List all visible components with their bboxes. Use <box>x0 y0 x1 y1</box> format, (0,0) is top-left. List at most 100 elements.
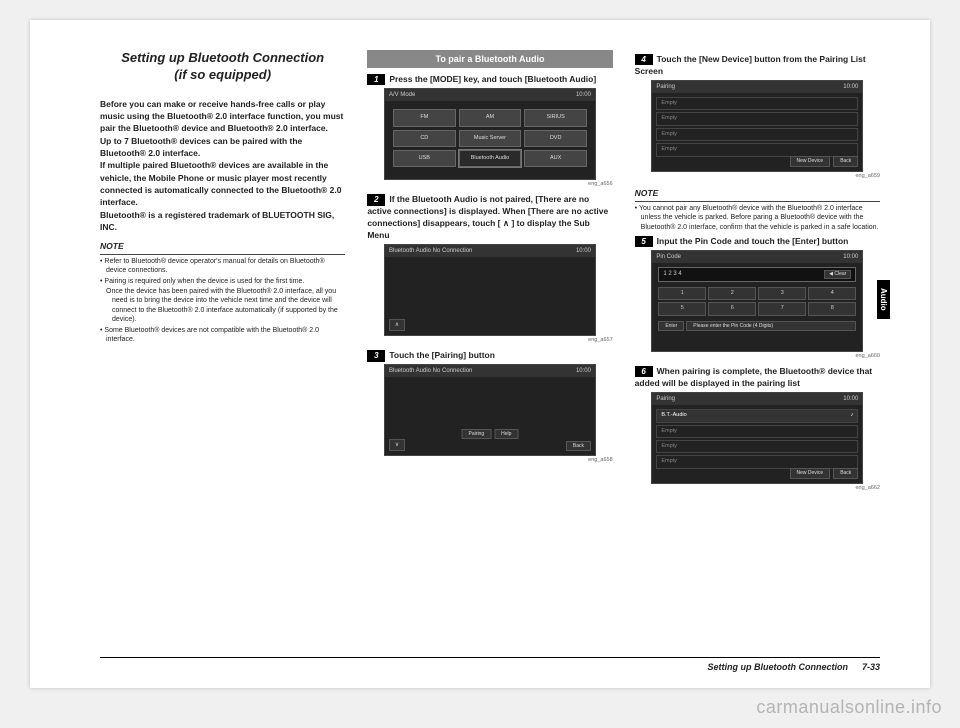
side-tab-audio: Audio <box>877 280 890 319</box>
step-1: 1 Press the [MODE] key, and touch [Blueto… <box>367 74 612 86</box>
step-number-icon: 1 <box>367 74 385 85</box>
note-list: Refer to Bluetooth® device operator's ma… <box>100 257 345 345</box>
pin-key[interactable]: 4 <box>808 287 856 300</box>
shot-time: 10:00 <box>843 83 858 91</box>
column-1: Setting up Bluetooth Connection (if so e… <box>100 50 345 499</box>
pin-key[interactable]: 8 <box>808 302 856 315</box>
section-title: Setting up Bluetooth Connection (if so e… <box>100 50 345 84</box>
list-item[interactable]: Empty <box>656 425 858 438</box>
step-number-icon: 3 <box>367 350 385 361</box>
shot-time: 10:00 <box>576 367 591 375</box>
content-columns: Setting up Bluetooth Connection (if so e… <box>30 20 930 509</box>
note-item: Some Bluetooth® devices are not compatib… <box>106 326 345 345</box>
step-5: 5 Input the Pin Code and touch the [Enter… <box>635 236 880 248</box>
step-text: When pairing is complete, the Bluetooth®… <box>635 366 872 388</box>
pin-key[interactable]: 3 <box>758 287 806 300</box>
screenshot-pairing-button: Bluetooth Audio No Connection 10:00 Pair… <box>384 364 596 456</box>
caption: eng_a662 <box>635 485 880 492</box>
note-item: You cannot pair any Bluetooth® device wi… <box>641 204 880 232</box>
screenshot-pairing-complete: Pairing 10:00 B.T.-Audio♪ Empty Empty Em… <box>651 392 863 484</box>
caption: eng_a660 <box>635 353 880 360</box>
clear-button[interactable]: ◀ Clear <box>824 270 851 279</box>
list-item[interactable]: Empty <box>656 128 858 141</box>
step-text: Press the [MODE] key, and touch [Bluetoo… <box>389 74 596 84</box>
screenshot-pin-code: Pin Code 10:00 1 2 3 4 ◀ Clear 1 2 3 4 5… <box>651 250 863 352</box>
note-item-cont: Once the device has been paired with the… <box>106 287 345 325</box>
caption: eng_a658 <box>367 457 612 464</box>
mode-btn[interactable]: USB <box>393 150 456 167</box>
mode-btn[interactable]: DVD <box>524 130 587 147</box>
pin-key[interactable]: 7 <box>758 302 806 315</box>
list-item[interactable]: Empty <box>656 143 858 156</box>
shot-title: A/V Mode <box>389 91 415 99</box>
note-item: Pairing is required only when the device… <box>106 277 345 286</box>
mode-btn[interactable]: SIRIUS <box>524 109 587 126</box>
step-6: 6When pairing is complete, the Bluetooth… <box>635 366 880 390</box>
new-device-button[interactable]: New Device <box>790 156 831 167</box>
column-3: 4Touch the [New Device] button from the … <box>635 50 880 499</box>
mode-btn[interactable]: AUX <box>524 150 587 167</box>
back-button[interactable]: Back <box>833 156 858 167</box>
note-header: NOTE <box>635 188 880 201</box>
footer-page: 7-33 <box>862 662 880 672</box>
step-2: 2If the Bluetooth Audio is not paired, [… <box>367 194 612 242</box>
list-item-active[interactable]: B.T.-Audio♪ <box>656 409 858 422</box>
chevron-down-icon[interactable]: ∨ <box>389 439 405 451</box>
shot-time: 10:00 <box>843 395 858 403</box>
note-header: NOTE <box>100 241 345 254</box>
title-line-2: (if so equipped) <box>174 67 271 82</box>
step-3: 3 Touch the [Pairing] button <box>367 350 612 362</box>
mode-btn[interactable]: FM <box>393 109 456 126</box>
new-device-button[interactable]: New Device <box>790 468 831 479</box>
screenshot-no-connection: Bluetooth Audio No Connection 10:00 ∧ <box>384 244 596 336</box>
shot-time: 10:00 <box>576 247 591 255</box>
step-text: Touch the [New Device] button from the P… <box>635 54 866 76</box>
shot-title: Pairing <box>656 395 675 403</box>
note-item: Refer to Bluetooth® device operator's ma… <box>106 257 345 276</box>
section-bar: To pair a Bluetooth Audio <box>367 50 612 68</box>
back-button[interactable]: Back <box>566 441 591 452</box>
caption: eng_a659 <box>635 173 880 180</box>
list-item[interactable]: Empty <box>656 112 858 125</box>
mode-btn-bluetooth[interactable]: Bluetooth Audio <box>459 150 522 167</box>
pin-value: 1 2 3 4 <box>663 270 681 279</box>
chevron-up-icon[interactable]: ∧ <box>389 319 405 331</box>
step-4: 4Touch the [New Device] button from the … <box>635 54 880 78</box>
screenshot-av-mode: A/V Mode 10:00 FM AM SIRIUS CD Music Ser… <box>384 88 596 180</box>
pin-key[interactable]: 6 <box>708 302 756 315</box>
screenshot-pairing-list: Pairing 10:00 Empty Empty Empty Empty Ne… <box>651 80 863 172</box>
step-number-icon: 6 <box>635 366 653 377</box>
enter-button[interactable]: Enter <box>658 321 684 332</box>
step-text: Touch the [Pairing] button <box>389 350 495 360</box>
intro-text: Before you can make or receive hands-fre… <box>100 98 345 233</box>
step-number-icon: 5 <box>635 236 653 247</box>
list-item[interactable]: Empty <box>656 97 858 110</box>
column-2: To pair a Bluetooth Audio 1 Press the [MO… <box>367 50 612 499</box>
mode-btn[interactable]: CD <box>393 130 456 147</box>
mode-btn[interactable]: Music Server <box>459 130 522 147</box>
shot-time: 10:00 <box>843 253 858 261</box>
footer-title: Setting up Bluetooth Connection <box>708 662 848 672</box>
pairing-button[interactable]: Pairing <box>462 429 492 440</box>
shot-title: Pin Code <box>656 253 681 261</box>
pin-message: Please enter the Pin Code (4 Digits) <box>686 321 856 332</box>
step-number-icon: 2 <box>367 194 385 205</box>
list-item[interactable]: Empty <box>656 440 858 453</box>
music-icon: ♪ <box>851 412 854 419</box>
caption: eng_a656 <box>367 181 612 188</box>
help-button[interactable]: Help <box>494 429 518 440</box>
step-text: If the Bluetooth Audio is not paired, [T… <box>367 194 608 240</box>
back-button[interactable]: Back <box>833 468 858 479</box>
pin-key[interactable]: 1 <box>658 287 706 300</box>
shot-time: 10:00 <box>576 91 591 99</box>
pin-key[interactable]: 2 <box>708 287 756 300</box>
page-footer: Setting up Bluetooth Connection 7-33 <box>100 657 880 672</box>
step-number-icon: 4 <box>635 54 653 65</box>
manual-page: Audio Setting up Bluetooth Connection (i… <box>30 20 930 688</box>
pin-key[interactable]: 5 <box>658 302 706 315</box>
list-item[interactable]: Empty <box>656 455 858 468</box>
shot-title: Bluetooth Audio No Connection <box>389 367 472 375</box>
step-text: Input the Pin Code and touch the [Enter]… <box>657 236 849 246</box>
caption: eng_a657 <box>367 337 612 344</box>
mode-btn[interactable]: AM <box>459 109 522 126</box>
